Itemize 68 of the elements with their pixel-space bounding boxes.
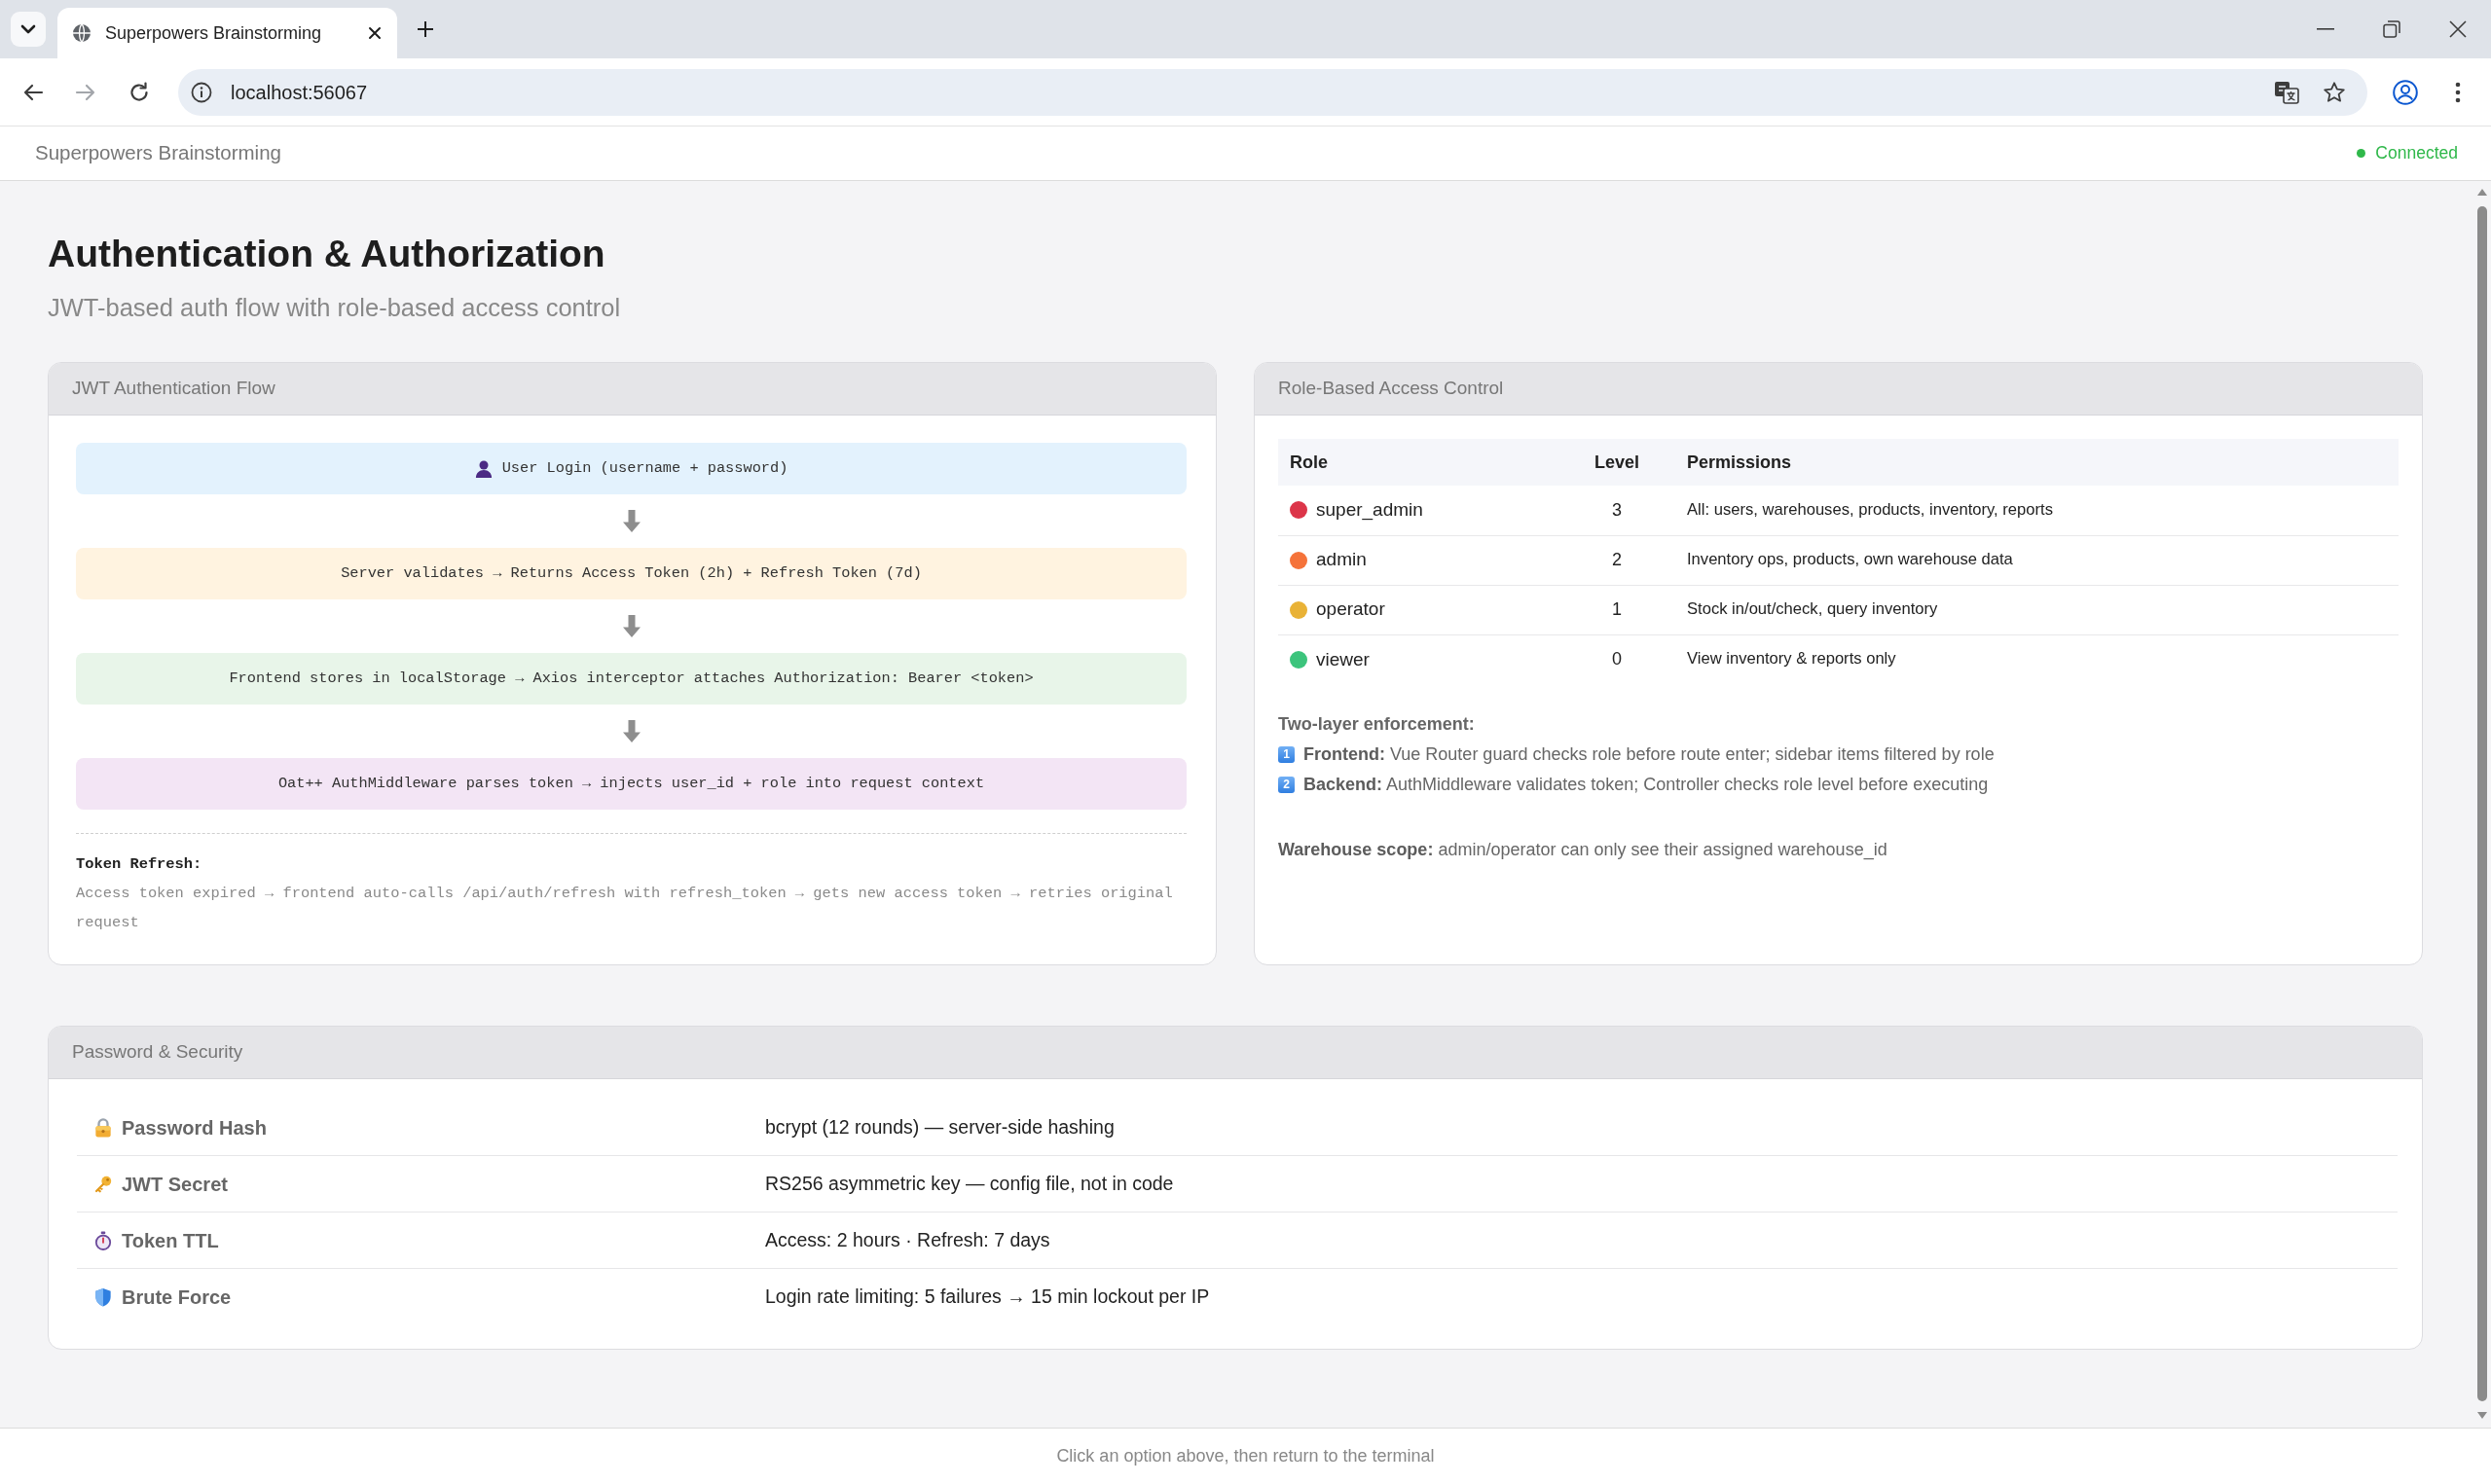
table-cell: Stock in/out/check, query inventory [1675, 585, 2399, 634]
refresh-heading: Token Refresh: [76, 854, 203, 875]
close-window-icon[interactable] [2449, 20, 2467, 38]
step-text: Frontend stores in localStorage → Axios interceptor attaches Authorization: Bearer <token> [229, 669, 1034, 690]
table-cell: 1 [1558, 585, 1675, 634]
menu-icon[interactable] [2455, 81, 2461, 103]
setting-label: Password Hash [122, 1115, 267, 1140]
restore-icon[interactable] [2383, 20, 2400, 38]
globe-icon [72, 23, 92, 43]
card-header: Password & Security [49, 1027, 2422, 1079]
role-name: viewer [1316, 647, 1370, 671]
info-icon[interactable] [191, 81, 212, 103]
setting-label: Brute Force [122, 1285, 232, 1310]
setting-value: RS256 asymmetric key — config file, not in code [765, 1171, 1174, 1196]
stopwatch-icon [94, 1230, 112, 1250]
page-subtitle: JWT-based auth flow with role-based access control [48, 293, 622, 323]
star-icon[interactable] [2323, 80, 2346, 104]
lock-icon [94, 1117, 112, 1138]
step-text: Oat++ AuthMiddleware parses token → injects user_id + role into request context [277, 774, 985, 795]
table-cell: 3 [1558, 486, 1675, 535]
setting-label: Token TTL [122, 1228, 219, 1253]
number-keycap: 1 [1278, 746, 1295, 763]
setting-label: JWT Secret [122, 1172, 228, 1197]
enforcement-text: Backend: AuthMiddleware validates token; Controller checks role level before executing [1303, 774, 1989, 796]
role-name: operator [1316, 597, 1385, 622]
setting-value: Access: 2 hours · Refresh: 7 days [765, 1227, 1050, 1252]
enforcement-text: Frontend: Vue Router guard checks role before route enter; sidebar items filtered by role [1303, 743, 1995, 766]
table-cell: 2 [1558, 535, 1675, 585]
scrollbar-thumb[interactable] [2476, 206, 2487, 1401]
card-header: JWT Authentication Flow [49, 363, 1216, 416]
scope-text: Warehouse scope: admin/operator can only see their assigned warehouse_id [1278, 839, 1888, 862]
down-arrow-icon [622, 510, 641, 532]
setting-value: bcrypt (12 rounds) — server-side hashing [765, 1114, 1115, 1140]
down-arrow-icon [622, 720, 641, 742]
scroll-down-arrow-icon[interactable] [2476, 1412, 2487, 1419]
card-header: Role-Based Access Control [1255, 363, 2422, 416]
step-text: User Login (username + password) [501, 458, 788, 480]
table-cell: All: users, warehouses, products, inventory, reports [1675, 486, 2399, 535]
role-name: admin [1316, 548, 1367, 572]
close-icon[interactable] [367, 25, 383, 41]
table-cell: Inventory ops, products, own warehouse data [1675, 535, 2399, 585]
connection-status: Connected [2375, 142, 2458, 165]
column-header: Role [1278, 439, 1558, 486]
scroll-up-arrow-icon[interactable] [2476, 189, 2487, 196]
browser-tab[interactable]: Superpowers Brainstorming [57, 8, 397, 58]
app-title: Superpowers Brainstorming [35, 140, 281, 166]
table-cell: 0 [1558, 634, 1675, 684]
tab-search-icon[interactable] [11, 12, 46, 47]
enforcement-heading: Two-layer enforcement: [1278, 713, 1476, 736]
role-name: super_admin [1316, 498, 1423, 523]
footer-hint: Click an option above, then return to the terminal [1056, 1445, 1435, 1467]
table-cell: View inventory & reports only [1675, 634, 2399, 684]
step-text: Server validates → Returns Access Token (2h) + Refresh Token (7d) [341, 563, 922, 585]
user-icon [474, 459, 493, 478]
shield-icon [94, 1287, 112, 1307]
down-arrow-icon [622, 615, 641, 637]
page-title: Authentication & Authorization [48, 232, 606, 276]
column-header: Level [1558, 439, 1675, 486]
column-header: Permissions [1675, 439, 2399, 486]
reload-icon[interactable] [128, 81, 150, 103]
setting-value: Login rate limiting: 5 failures → 15 min lockout per IP [765, 1285, 1210, 1310]
address-bar[interactable]: localhost:56067 [178, 68, 2367, 116]
profile-icon[interactable] [2393, 79, 2418, 105]
translate-icon[interactable] [2274, 80, 2299, 104]
refresh-description: Access token expired → frontend auto-calls /api/auth/refresh with refresh_token → gets new access token → retries original request [76, 884, 1174, 933]
key-icon [94, 1174, 112, 1194]
new-tab-plus-icon[interactable] [417, 20, 434, 38]
number-keycap: 2 [1278, 777, 1295, 793]
